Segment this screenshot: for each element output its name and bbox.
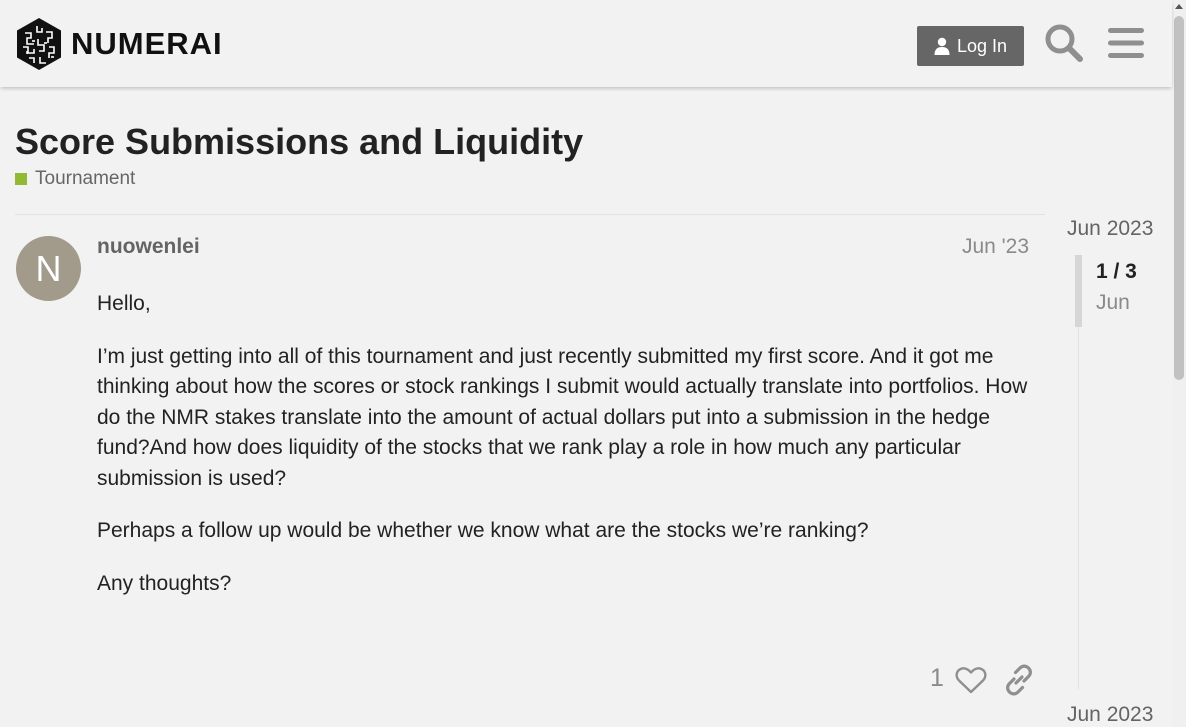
scrollbar-thumb[interactable] — [1174, 16, 1184, 380]
page-scrollbar[interactable] — [1172, 0, 1186, 727]
post-date[interactable]: Jun '23 — [900, 235, 1029, 259]
user-icon — [934, 37, 950, 55]
post-paragraph: Hello, — [97, 292, 151, 315]
site-logo[interactable]: NUMERAI — [15, 17, 223, 71]
topic-title[interactable]: Score Submissions and Liquidity — [15, 121, 583, 163]
numerai-logo-icon — [17, 18, 61, 70]
search-icon — [1045, 24, 1083, 62]
brand-name: NUMERAI — [71, 26, 223, 61]
timeline-end-date[interactable]: Jun 2023 — [1067, 703, 1153, 727]
post-paragraph: I’m just getting into all of this tourna… — [97, 344, 1028, 490]
site-header: NUMERAI Log In — [0, 0, 1172, 87]
category-label: Tournament — [35, 168, 136, 189]
link-icon — [1006, 664, 1032, 696]
timeline-position: 1 / 3 — [1096, 260, 1137, 283]
category-badge[interactable]: Tournament — [15, 168, 135, 190]
timeline-handle[interactable] — [1075, 255, 1082, 327]
hamburger-menu-icon — [1108, 28, 1144, 58]
login-label: Log In — [956, 35, 1008, 56]
topic-divider — [15, 214, 1045, 215]
post-body: Hello, I’m just getting into all of this… — [97, 289, 1037, 621]
heart-icon — [955, 667, 987, 694]
category-color-swatch — [15, 173, 27, 185]
post-paragraph: Any thoughts? — [97, 571, 232, 595]
login-button[interactable]: Log In — [917, 26, 1024, 66]
like-button[interactable] — [954, 663, 988, 697]
hamburger-menu-button[interactable] — [1104, 21, 1148, 65]
timeline-start-date[interactable]: Jun 2023 — [1067, 217, 1153, 241]
scroll-up-arrow-icon[interactable] — [1175, 4, 1183, 9]
post-paragraph: Perhaps a follow up would be whether we … — [97, 519, 869, 542]
share-link-button[interactable] — [1002, 663, 1036, 697]
avatar[interactable]: N — [16, 236, 81, 301]
post-username[interactable]: nuowenlei — [97, 235, 200, 259]
search-button[interactable] — [1042, 21, 1086, 65]
timeline-current-month: Jun — [1096, 291, 1130, 314]
like-count[interactable]: 1 — [930, 664, 944, 693]
